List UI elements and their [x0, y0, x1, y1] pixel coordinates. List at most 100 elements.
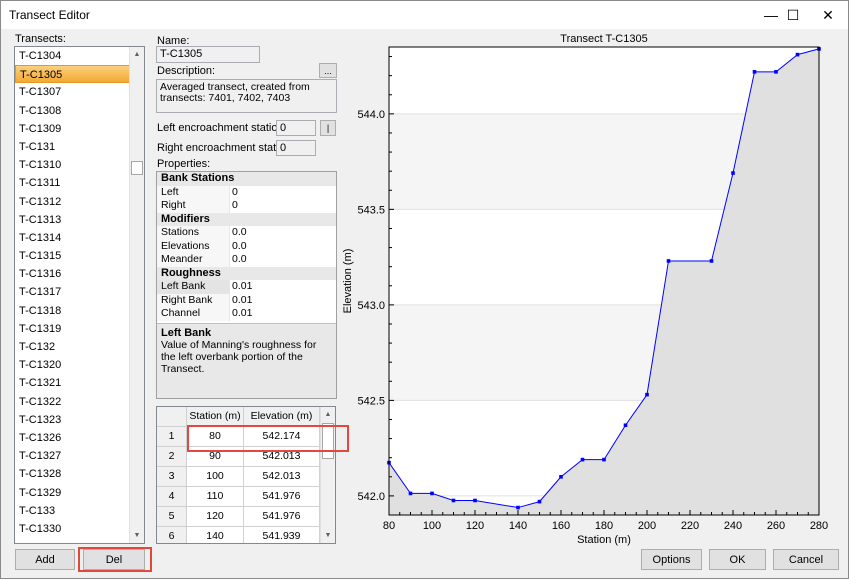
transect-chart: 80 100 120 140 160 180 200 220 240 260 280 542.0 542… — [341, 29, 841, 549]
transect-list-item[interactable]: T-C1326 — [15, 429, 144, 447]
prop-value[interactable]: 0 — [230, 186, 238, 200]
transect-list-item[interactable]: T-C1311 — [15, 174, 144, 192]
transect-list-item[interactable]: T-C1310 — [15, 156, 144, 174]
scroll-thumb[interactable] — [131, 161, 143, 175]
prop-value[interactable]: 0.01 — [230, 294, 252, 308]
transect-list-item[interactable]: T-C1323 — [15, 411, 144, 429]
transect-list-item[interactable]: T-C1329 — [15, 484, 144, 502]
elevation-cell[interactable]: 541.976 — [244, 507, 320, 527]
transect-list-item[interactable]: T-C1304 — [15, 47, 144, 65]
transect-point — [645, 392, 649, 397]
transect-list-item[interactable]: T-C1327 — [15, 447, 144, 465]
table-row[interactable]: 3 100 542.013 — [157, 467, 320, 487]
elevation-cell[interactable]: 541.976 — [244, 487, 320, 507]
description-field[interactable]: Averaged transect, created from transect… — [156, 79, 337, 113]
transect-list-item[interactable]: T-C1305 — [15, 65, 144, 84]
transect-point — [559, 474, 563, 479]
prop-value[interactable]: 0.01 — [230, 280, 252, 294]
transect-list-item[interactable]: T-C1314 — [15, 229, 144, 247]
category-roughness[interactable]: Roughness — [157, 266, 336, 280]
prop-name: Right Bank — [157, 293, 230, 307]
elevation-cell[interactable]: 542.013 — [244, 467, 320, 487]
transect-list-item[interactable]: T-C1318 — [15, 302, 144, 320]
transect-list-item[interactable]: T-C1330 — [15, 520, 144, 538]
transect-list-item[interactable]: T-C1312 — [15, 193, 144, 211]
col-header-station[interactable]: Station (m) — [187, 407, 244, 427]
transect-list-item[interactable]: T-C1320 — [15, 356, 144, 374]
station-cell[interactable]: 100 — [187, 467, 244, 487]
row-number[interactable]: 4 — [157, 487, 187, 507]
col-header-elevation[interactable]: Elevation (m) — [244, 407, 320, 427]
grid-scroll-up-icon[interactable]: ▲ — [321, 407, 335, 422]
left-encroachment-field[interactable]: 0 — [276, 120, 316, 136]
prop-value[interactable]: 0.0 — [230, 226, 247, 240]
maximize-icon[interactable]: ☐ — [773, 1, 813, 29]
category-modifiers[interactable]: Modifiers — [157, 212, 336, 226]
prop-row-left[interactable]: Left 0 — [157, 185, 336, 200]
transect-list-item[interactable]: T-C1315 — [15, 247, 144, 265]
elevation-cell[interactable]: 541.939 — [244, 527, 320, 543]
property-grid[interactable]: Bank Stations Left 0 Right 0 Modifiers Sta… — [156, 171, 337, 399]
transect-list-item[interactable]: T-C1319 — [15, 320, 144, 338]
y-tick-label: 542.5 — [357, 395, 385, 407]
prop-row-right-bank[interactable]: Right Bank 0.01 — [157, 293, 336, 308]
transect-list-item[interactable]: T-C1309 — [15, 120, 144, 138]
transect-list-item[interactable]: T-C133 — [15, 502, 144, 520]
row-number[interactable]: 1 — [157, 427, 187, 447]
grid-scroll-down-icon[interactable]: ▼ — [321, 528, 335, 543]
prop-value[interactable]: 0.0 — [230, 253, 247, 267]
y-tick-label: 542.0 — [357, 491, 385, 503]
ok-button[interactable]: OK — [709, 549, 766, 570]
right-encroachment-label: Right encroachment station: — [157, 142, 294, 154]
row-number[interactable]: 3 — [157, 467, 187, 487]
description-label: Description: — [157, 65, 216, 77]
transects-list[interactable]: T-C1304 T-C1305 T-C1307 T-C1308 T-C1309 T-C13… — [14, 46, 145, 544]
options-button[interactable]: Options — [641, 549, 702, 570]
prop-row-right[interactable]: Right 0 — [157, 199, 336, 213]
transect-list-item[interactable]: T-C1321 — [15, 374, 144, 392]
description-edit-button[interactable]: ... — [319, 63, 337, 78]
transect-list-item[interactable]: T-C1313 — [15, 211, 144, 229]
left-encroachment-pick-button[interactable]: | — [320, 120, 336, 136]
prop-row-left-bank[interactable]: Left Bank 0.01 — [157, 280, 336, 294]
left-encroachment-label: Left encroachment station: — [157, 122, 287, 134]
add-button[interactable]: Add — [15, 549, 75, 570]
transect-list-item[interactable]: T-C1317 — [15, 283, 144, 301]
close-icon[interactable]: ✕ — [808, 1, 848, 29]
transect-list-item[interactable]: T-C1328 — [15, 465, 144, 483]
transect-point — [430, 491, 434, 496]
transect-list-item[interactable]: T-C1316 — [15, 265, 144, 283]
station-cell[interactable]: 120 — [187, 507, 244, 527]
prop-row-elevations[interactable]: Elevations 0.0 — [157, 239, 336, 254]
transects-scrollbar[interactable]: ▲ ▼ — [129, 47, 144, 543]
scroll-up-icon[interactable]: ▲ — [130, 47, 144, 62]
transect-list-item[interactable]: T-C1308 — [15, 102, 144, 120]
station-cell[interactable]: 140 — [187, 527, 244, 543]
scroll-down-icon[interactable]: ▼ — [130, 528, 144, 543]
prop-row-stations[interactable]: Stations 0.0 — [157, 226, 336, 240]
prop-value[interactable]: 0.0 — [230, 240, 247, 254]
cancel-button[interactable]: Cancel — [773, 549, 839, 570]
transect-list-item[interactable]: T-C1322 — [15, 393, 144, 411]
transect-list-item[interactable]: T-C1307 — [15, 83, 144, 101]
row-number[interactable]: 6 — [157, 527, 187, 543]
name-field[interactable]: T-C1305 — [156, 46, 260, 63]
table-row[interactable]: 4 110 541.976 — [157, 487, 320, 507]
prop-value[interactable]: 0 — [230, 199, 238, 213]
x-tick-label: 260 — [767, 520, 785, 532]
transect-list-item[interactable]: T-C132 — [15, 338, 144, 356]
station-cell[interactable]: 110 — [187, 487, 244, 507]
right-encroachment-field[interactable]: 0 — [276, 140, 316, 156]
category-bank-stations[interactable]: Bank Stations — [157, 172, 336, 186]
table-row[interactable]: 6 140 541.939 — [157, 527, 320, 543]
row-number[interactable]: 5 — [157, 507, 187, 527]
prop-value[interactable]: 0.01 — [230, 307, 252, 321]
table-row[interactable]: 5 120 541.976 — [157, 507, 320, 527]
transect-point — [666, 259, 671, 263]
y-tick-label: 543.0 — [357, 300, 385, 312]
y-axis-label: Elevation (m) — [342, 249, 354, 314]
transect-list-item[interactable]: T-C131 — [15, 138, 144, 156]
prop-row-meander[interactable]: Meander 0.0 — [157, 253, 336, 267]
row-number[interactable]: 2 — [157, 447, 187, 467]
prop-row-channel[interactable]: Channel 0.01 — [157, 307, 336, 321]
